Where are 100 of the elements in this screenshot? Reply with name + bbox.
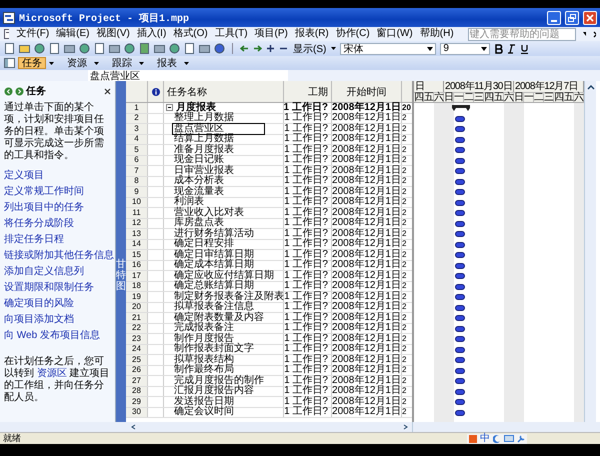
menu-item[interactable]: 项目(P): [254, 28, 288, 40]
task-name-cell[interactable]: 现金日记账: [173, 155, 225, 166]
guide-tab[interactable]: 任务: [18, 57, 46, 69]
task-bar[interactable]: [455, 315, 465, 322]
task-name-cell[interactable]: 拟草报表结构: [173, 354, 235, 365]
menu-item[interactable]: 格式(O): [173, 28, 208, 40]
menu-item[interactable]: 编辑(E): [56, 28, 90, 40]
task-name-cell[interactable]: 制作月度报告: [173, 334, 235, 344]
task-name-cell[interactable]: 完成报表备注: [173, 323, 235, 334]
task-bar[interactable]: [455, 357, 465, 364]
close-button[interactable]: [583, 10, 597, 24]
task-name-cell[interactable]: 确定总账结算日期: [173, 281, 255, 292]
task-bar[interactable]: [455, 284, 465, 290]
scroll-right-icon[interactable]: [403, 424, 409, 430]
task-bar[interactable]: [455, 336, 465, 342]
italic-icon[interactable]: [507, 44, 516, 54]
horizontal-scrollbar[interactable]: [412, 422, 600, 432]
task-bar[interactable]: [455, 273, 465, 280]
task-bar[interactable]: [455, 158, 465, 164]
caret-icon[interactable]: [139, 62, 144, 64]
menu-item[interactable]: 窗口(W): [376, 28, 413, 40]
guide-tab[interactable]: 报表: [153, 57, 181, 69]
task-bar[interactable]: [455, 294, 465, 300]
pane-link[interactable]: 链接或附加其他任务信息: [4, 250, 114, 261]
pane-link[interactable]: 向 Web 发布项目信息: [4, 330, 100, 341]
pane-link[interactable]: 将任务分成阶段: [4, 218, 74, 229]
moon-icon[interactable]: [493, 434, 501, 442]
ime-mode[interactable]: 中: [480, 434, 490, 444]
task-name-cell[interactable]: 库房盘点表: [173, 218, 225, 228]
column-header[interactable]: 开始时间: [332, 81, 402, 102]
task-bar[interactable]: [455, 178, 465, 185]
view-bar[interactable]: 甘特图: [116, 81, 126, 422]
task-name-cell[interactable]: 确定附表数量及内容: [173, 312, 265, 323]
summary-bar[interactable]: [452, 104, 470, 112]
underline-icon[interactable]: [520, 44, 530, 54]
task-bar[interactable]: [455, 231, 465, 238]
back-icon[interactable]: [4, 86, 13, 96]
guide-tab[interactable]: 跟踪: [108, 57, 136, 69]
caret-icon[interactable]: [582, 32, 586, 36]
row-number[interactable]: 17: [126, 271, 148, 280]
menu-item[interactable]: 帮助(H): [420, 28, 454, 40]
row-number[interactable]: 1: [126, 103, 148, 112]
pane-icon[interactable]: [4, 58, 15, 68]
task-name-cell[interactable]: 现金流量表: [173, 186, 225, 197]
scroll-left-icon[interactable]: [130, 424, 136, 430]
arrow-left-icon[interactable]: [240, 44, 249, 53]
task-bar[interactable]: [455, 168, 465, 174]
pane-link[interactable]: 定义项目: [4, 170, 44, 181]
pane-link[interactable]: 设置期限和限制任务: [4, 282, 94, 293]
task-name-cell[interactable]: 确定日审结算日期: [173, 250, 255, 260]
task-bar[interactable]: [455, 252, 465, 258]
font-dropdown[interactable]: 宋体: [340, 42, 436, 54]
menu-item[interactable]: 协作(C): [336, 28, 370, 40]
row-number[interactable]: 21: [126, 313, 148, 322]
row-number[interactable]: 3: [126, 124, 148, 134]
task-name-cell[interactable]: 确定会议时间: [173, 407, 235, 418]
plus-icon[interactable]: [266, 44, 275, 53]
task-bar[interactable]: [455, 220, 465, 227]
task-name-cell[interactable]: 制作最终布局: [173, 365, 235, 376]
caret-icon[interactable]: [331, 47, 336, 50]
column-header[interactable]: 任务名称: [164, 81, 284, 102]
task-bar[interactable]: [455, 346, 465, 353]
task-name-cell[interactable]: 整理上月数据: [173, 113, 235, 124]
row-number[interactable]: 7: [126, 166, 148, 176]
guide-tab[interactable]: 资源: [63, 57, 91, 69]
forward-icon[interactable]: [15, 86, 24, 96]
row-number[interactable]: 11: [126, 208, 148, 218]
task-name-cell[interactable]: 利润表: [173, 197, 205, 208]
new-file-icon[interactable]: [4, 43, 15, 54]
caret-icon[interactable]: [94, 62, 99, 64]
menu-item[interactable]: 报表(R): [294, 28, 329, 40]
task-name-cell[interactable]: 月度报表: [175, 102, 217, 113]
caret-icon[interactable]: [184, 62, 189, 64]
restore-button[interactable]: [565, 10, 579, 24]
row-number[interactable]: 9: [126, 187, 148, 196]
pane-link[interactable]: 排定任务日程: [4, 234, 64, 245]
task-bar[interactable]: [455, 410, 465, 416]
resource-link[interactable]: 资源区: [36, 368, 67, 379]
show-dropdown[interactable]: 显示(S): [292, 42, 328, 56]
task-name-cell[interactable]: 完成月度报告的制作: [173, 376, 265, 386]
pane-link[interactable]: 添加自定义信息列: [4, 266, 84, 277]
row-number[interactable]: 13: [126, 229, 148, 238]
task-bar[interactable]: [455, 126, 465, 132]
row-number[interactable]: 15: [126, 250, 148, 260]
help-search-field[interactable]: 键入需要帮助的问题: [468, 28, 576, 40]
pane-link[interactable]: 向项目添加文档: [4, 314, 74, 325]
row-number[interactable]: 29: [126, 397, 148, 406]
task-bar[interactable]: [455, 378, 465, 384]
task-bar[interactable]: [455, 388, 465, 395]
menu-item[interactable]: 视图(V): [96, 28, 130, 40]
task-name-cell[interactable]: 确定日程安排: [173, 239, 235, 250]
task-bar[interactable]: [455, 147, 465, 154]
task-bar[interactable]: [455, 326, 465, 332]
minimize-button[interactable]: [547, 10, 561, 24]
task-name-cell[interactable]: 日审营业报表: [173, 166, 235, 176]
task-name-cell[interactable]: 制定财务报表备注及附表: [173, 292, 285, 302]
column-header[interactable]: 工期: [284, 81, 332, 102]
scroll-up-icon[interactable]: [586, 84, 594, 90]
bold-icon[interactable]: [494, 44, 504, 54]
menu-item[interactable]: 工具(T): [214, 28, 248, 40]
